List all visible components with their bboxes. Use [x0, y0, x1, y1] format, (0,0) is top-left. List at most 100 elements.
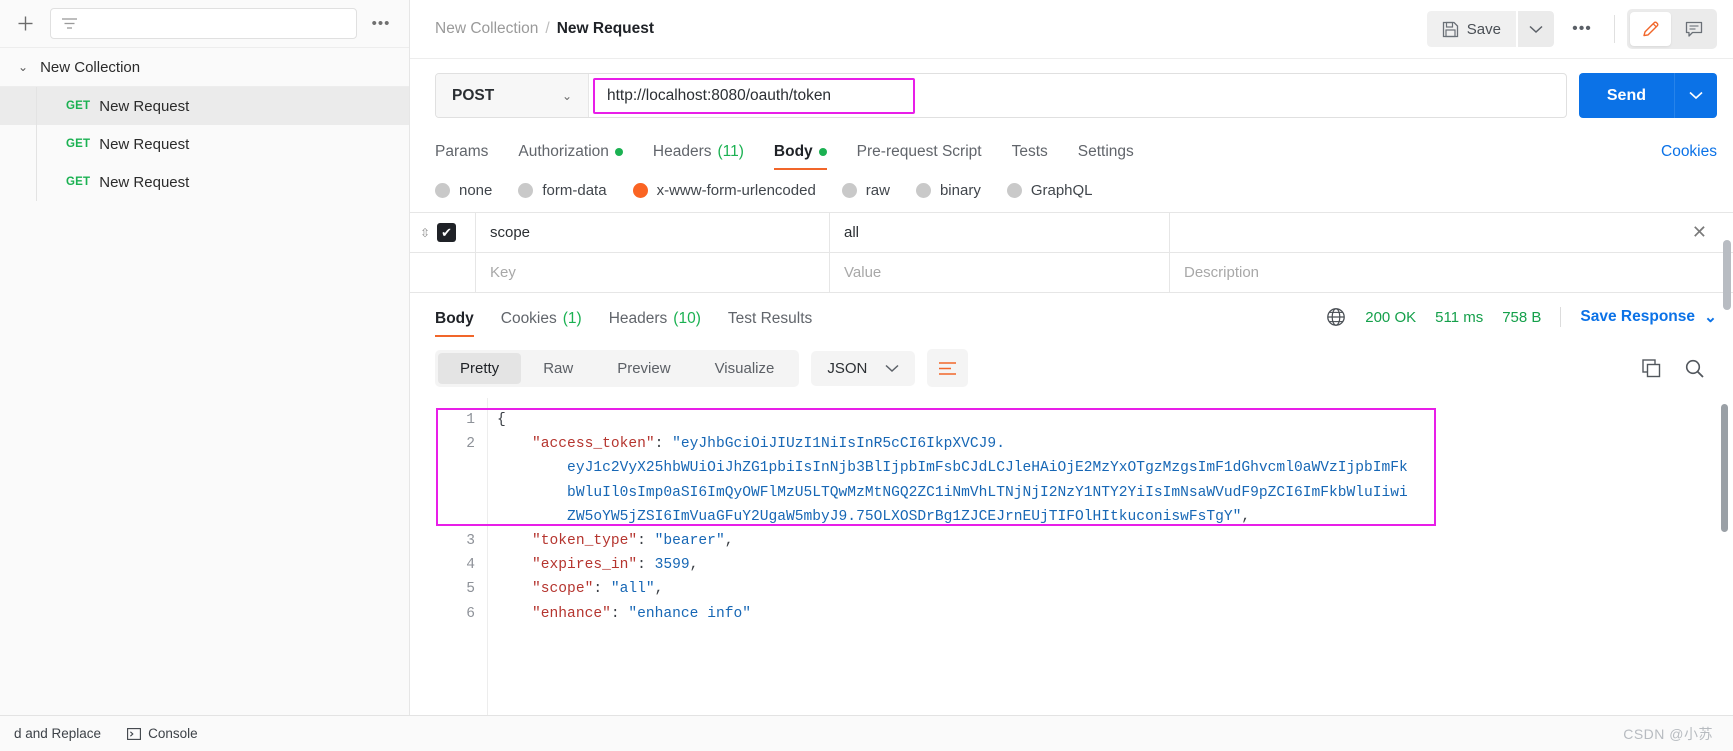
- save-response-button[interactable]: Save Response ⌄: [1580, 308, 1717, 327]
- globe-icon[interactable]: [1326, 307, 1346, 327]
- response-body-code[interactable]: 1 2 3 4 5 6 { "access_token": "eyJhbGciO…: [410, 398, 1733, 715]
- line-number: 6: [466, 605, 475, 622]
- tab-label: Headers: [608, 310, 668, 327]
- body-type-binary[interactable]: binary: [915, 182, 981, 199]
- response-tab-cookies[interactable]: Cookies (1): [501, 310, 582, 337]
- tab-count: (11): [717, 143, 744, 160]
- tab-body[interactable]: Body: [773, 143, 827, 170]
- body-type-form-data[interactable]: form-data: [518, 182, 607, 199]
- tab-count: (10): [673, 310, 701, 327]
- code-line: "access_token": "eyJhbGciOiJIUzI1NiIsInR…: [497, 432, 1733, 456]
- comment-button[interactable]: [1673, 12, 1714, 46]
- save-button[interactable]: Save: [1426, 11, 1516, 47]
- row-handle[interactable]: ⇳ ✔: [410, 213, 476, 252]
- line-number: 5: [466, 581, 475, 598]
- radio-icon: [1006, 183, 1022, 198]
- code-token: bWluIl0sImp0aSI6ImQyOWFlMzU5LTQwMzMtNGQ2…: [497, 484, 1408, 501]
- format-visualize[interactable]: Visualize: [693, 353, 797, 384]
- response-tab-body[interactable]: Body: [435, 310, 474, 337]
- tab-tests[interactable]: Tests: [1012, 143, 1048, 170]
- edit-mode-button[interactable]: [1630, 12, 1671, 46]
- save-dropdown-button[interactable]: [1518, 11, 1554, 47]
- response-pane-scrollbar[interactable]: [1723, 240, 1731, 310]
- request-name-label: New Request: [99, 97, 190, 115]
- response-language-select[interactable]: JSON: [811, 350, 916, 386]
- sidebar: ••• ⌄ New Collection GET New Request GET…: [0, 0, 410, 715]
- copy-button[interactable]: [1641, 358, 1662, 379]
- body-type-none[interactable]: none: [435, 182, 492, 199]
- line-number: 1: [466, 412, 475, 428]
- sidebar-filter-input[interactable]: [50, 8, 357, 39]
- sidebar-request-2[interactable]: GET New Request: [0, 163, 409, 201]
- sidebar-empty-space: [0, 201, 409, 715]
- body-type-graphql[interactable]: GraphQL: [1006, 182, 1093, 199]
- add-new-button[interactable]: [10, 9, 40, 39]
- tab-label: Authorization: [518, 143, 609, 160]
- breadcrumb-parent[interactable]: New Collection: [435, 20, 538, 38]
- send-button[interactable]: Send: [1578, 73, 1674, 118]
- close-icon[interactable]: ✕: [1692, 222, 1707, 243]
- drag-handle-icon[interactable]: ⇳: [420, 227, 430, 239]
- chevron-down-icon: ⌄: [1704, 308, 1717, 326]
- row-checkbox[interactable]: ✔: [437, 223, 457, 242]
- format-raw[interactable]: Raw: [521, 353, 595, 384]
- format-pretty[interactable]: Pretty: [438, 352, 522, 384]
- tab-authorization[interactable]: Authorization: [518, 143, 623, 170]
- tab-headers[interactable]: Headers (11): [653, 143, 744, 170]
- code-token: 3599: [654, 557, 690, 574]
- tab-pre-request-script[interactable]: Pre-request Script: [857, 143, 982, 170]
- row-key-cell[interactable]: scope: [476, 213, 830, 252]
- line-number: [410, 505, 475, 529]
- body-type-x-www-form-urlencoded[interactable]: x-www-form-urlencoded: [632, 182, 816, 199]
- response-tab-headers[interactable]: Headers (10): [609, 310, 701, 337]
- params-table: ⇳ ✔ scope all ✕ Key Value Description: [410, 212, 1733, 293]
- send-dropdown-button[interactable]: [1674, 73, 1717, 118]
- response-meta: 200 OK 511 ms 758 B Save Response ⌄: [1326, 307, 1717, 337]
- line-number: 2: [466, 436, 475, 453]
- wrap-lines-button[interactable]: [927, 349, 969, 387]
- table-header-row: Key Value Description: [410, 253, 1733, 293]
- find-and-replace-button[interactable]: d and Replace: [14, 726, 101, 741]
- status-dot-icon: [818, 148, 827, 156]
- format-preview[interactable]: Preview: [595, 353, 692, 384]
- http-method-select[interactable]: POST ⌄: [436, 74, 589, 117]
- code-scrollbar[interactable]: [1721, 404, 1728, 532]
- save-response-label: Save Response: [1580, 308, 1695, 325]
- table-row: ⇳ ✔ scope all ✕: [410, 213, 1733, 253]
- row-value-cell[interactable]: all: [830, 213, 1170, 252]
- code-line: bWluIl0sImp0aSI6ImQyOWFlMzU5LTQwMzMtNGQ2…: [497, 481, 1733, 505]
- response-tab-test-results[interactable]: Test Results: [728, 310, 812, 337]
- body-type-raw[interactable]: raw: [841, 182, 890, 199]
- pencil-icon: [1642, 21, 1658, 37]
- response-time: 511 ms: [1435, 308, 1484, 326]
- code-line: ZW5oYW5jZSI6ImVuaGFuY2UgaW5mbyJ9.75OLXOS…: [497, 505, 1733, 529]
- tab-label: Pre-request Script: [856, 143, 982, 160]
- request-more-button[interactable]: •••: [1562, 11, 1602, 47]
- row-description-cell[interactable]: ✕: [1170, 213, 1733, 252]
- tab-label: Headers: [652, 143, 712, 160]
- meta-divider: [1560, 307, 1562, 327]
- code-token: "enhance": [497, 605, 611, 622]
- collection-row[interactable]: ⌄ New Collection: [0, 48, 409, 87]
- tab-label: Tests: [1011, 143, 1048, 160]
- console-button[interactable]: Console: [127, 726, 198, 741]
- tab-params[interactable]: Params: [435, 143, 488, 170]
- cookies-link[interactable]: Cookies: [1661, 143, 1717, 170]
- chevron-down-icon: [1529, 25, 1543, 33]
- code-token: "scope": [497, 581, 594, 598]
- code-token: ZW5oYW5jZSI6ImVuaGFuY2UgaW5mbyJ9.75OLXOS…: [497, 508, 1242, 525]
- response-pane: Body Cookies (1) Headers (10) Test Resul…: [410, 240, 1733, 715]
- sidebar-request-0[interactable]: GET New Request: [0, 87, 409, 125]
- body-type-label: GraphQL: [1030, 182, 1093, 199]
- sidebar-more-button[interactable]: •••: [367, 10, 395, 38]
- url-input[interactable]: [593, 77, 915, 114]
- chevron-down-icon: [885, 364, 899, 372]
- tab-settings[interactable]: Settings: [1078, 143, 1134, 170]
- search-button[interactable]: [1684, 358, 1705, 379]
- code-content[interactable]: { "access_token": "eyJhbGciOiJIUzI1NiIsI…: [488, 398, 1733, 715]
- response-tabs: Body Cookies (1) Headers (10) Test Resul…: [410, 293, 1733, 337]
- url-input-wrapper: [589, 74, 1566, 117]
- console-label: Console: [148, 726, 198, 741]
- sidebar-request-1[interactable]: GET New Request: [0, 125, 409, 163]
- code-gutter: 1 2 3 4 5 6: [410, 398, 488, 715]
